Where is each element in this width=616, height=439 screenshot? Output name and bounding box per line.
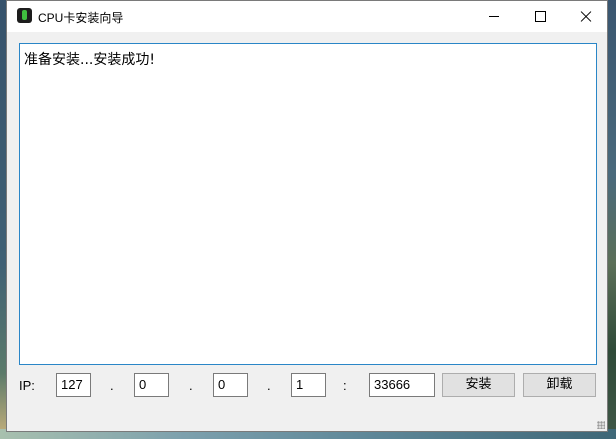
- install-button[interactable]: 安装: [442, 373, 515, 397]
- ip-octet-3-input[interactable]: 0: [213, 373, 248, 397]
- window-title: CPU卡安装向导: [38, 11, 124, 25]
- resize-grip[interactable]: [597, 421, 605, 429]
- app-icon: [17, 8, 32, 23]
- minimize-button[interactable]: [471, 1, 517, 32]
- installer-window: CPU卡安装向导 准备安装...安装成功! IP: 127 . 0 . 0 . …: [6, 0, 608, 432]
- uninstall-button[interactable]: 卸载: [523, 373, 596, 397]
- ip-octet-1-input[interactable]: 127: [56, 373, 91, 397]
- ip-dot-separator: .: [110, 378, 114, 393]
- port-input[interactable]: 33666: [369, 373, 435, 397]
- close-button[interactable]: [563, 1, 609, 32]
- maximize-button[interactable]: [517, 1, 563, 32]
- ip-dot-separator: .: [267, 378, 271, 393]
- ip-octet-2-input[interactable]: 0: [134, 373, 169, 397]
- ip-dot-separator: .: [189, 378, 193, 393]
- ip-octet-4-input[interactable]: 1: [291, 373, 326, 397]
- title-bar[interactable]: CPU卡安装向导: [7, 1, 607, 32]
- port-colon-separator: :: [343, 378, 347, 393]
- ip-label: IP:: [19, 378, 35, 393]
- log-textarea[interactable]: 准备安装...安装成功!: [19, 43, 597, 365]
